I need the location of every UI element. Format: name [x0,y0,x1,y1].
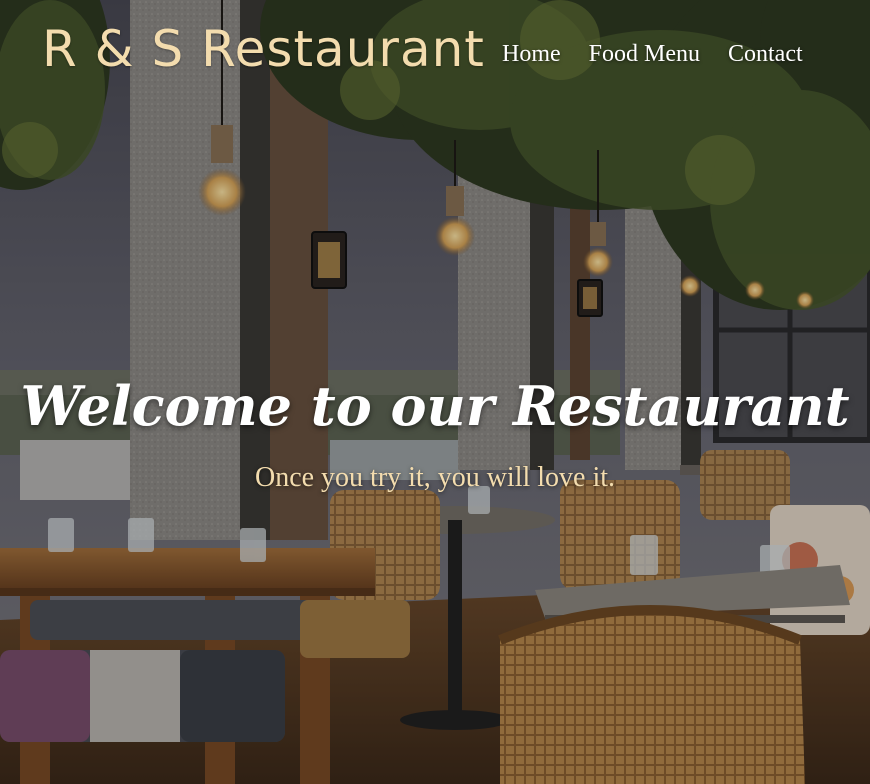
nav-links: Home Food Menu Contact [502,41,803,68]
nav-link-contact[interactable]: Contact [728,41,803,68]
brand-logo[interactable]: R & S Restaurant [42,20,485,78]
navbar: R & S Restaurant Home Food Menu Contact [0,0,870,110]
nav-link-home[interactable]: Home [502,41,561,68]
hero-title: Welcome to our Restaurant [20,374,850,438]
nav-link-food-menu[interactable]: Food Menu [589,41,700,68]
hero-section: R & S Restaurant Home Food Menu Contact … [0,0,870,784]
hero-subtitle: Once you try it, you will love it. [254,462,616,493]
